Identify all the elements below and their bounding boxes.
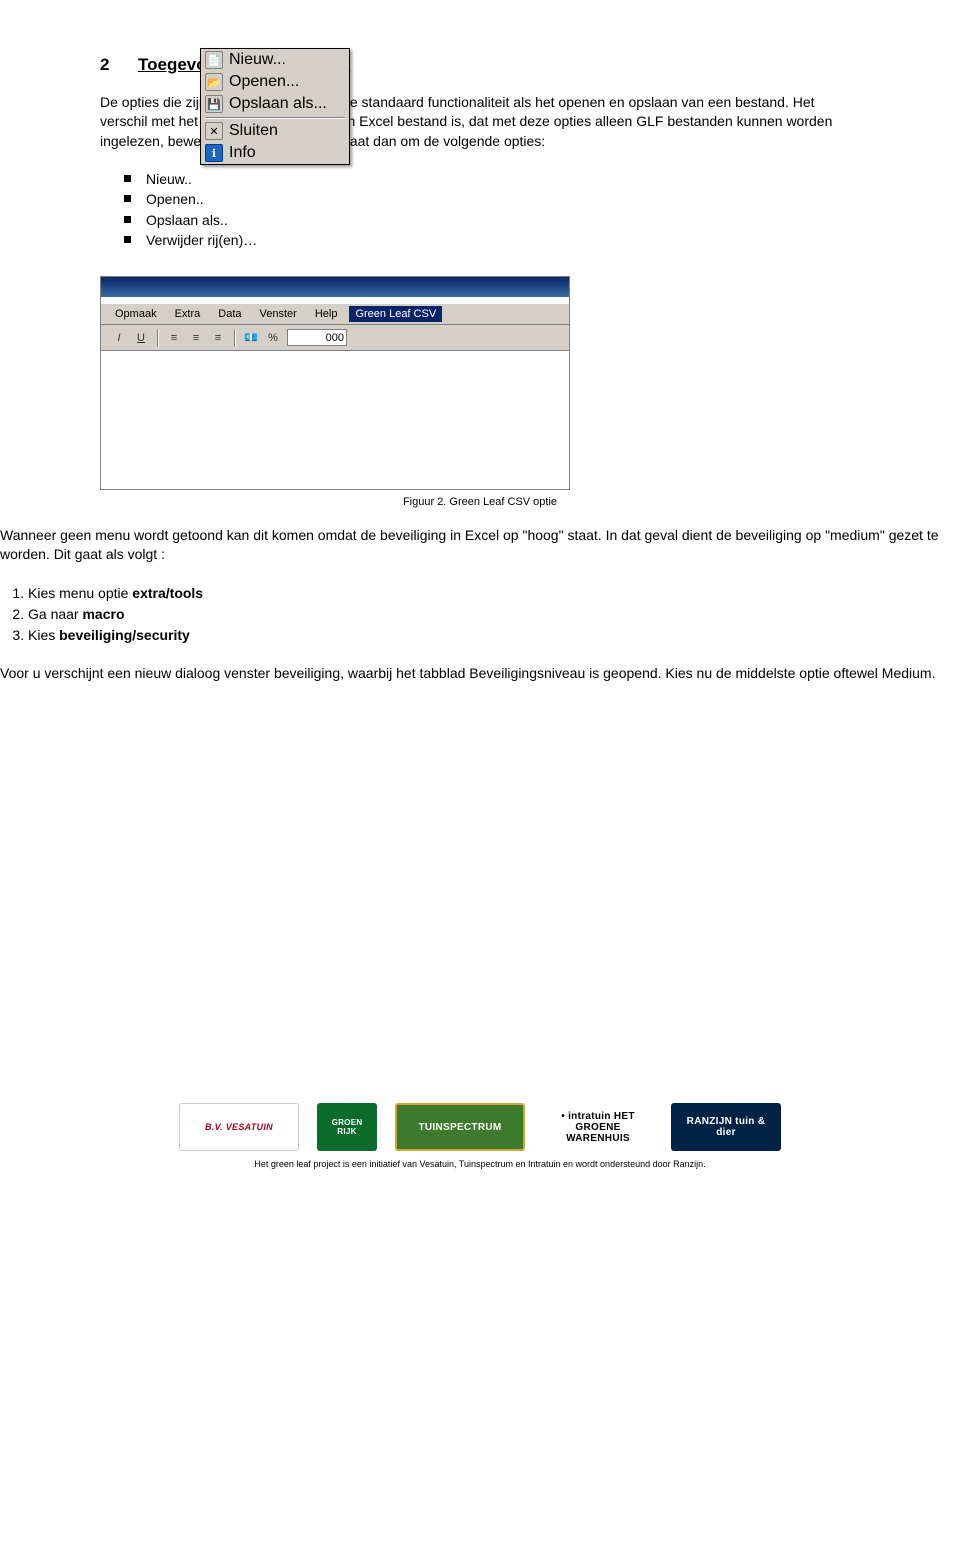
formatting-toolbar: I U ≡ ≡ ≡ 💶 % 000 <box>101 325 569 351</box>
list-item: Opslaan als.. <box>124 210 860 230</box>
footer-logos: B.V. VESATUIN GROEN RIJK TUINSPECTRUM • … <box>0 1103 960 1151</box>
align-center-icon[interactable]: ≡ <box>188 330 204 346</box>
italic-button[interactable]: I <box>111 330 127 346</box>
logo-ranzijn: RANZIJN tuin & dier <box>671 1103 781 1151</box>
new-icon: 📄 <box>205 51 223 69</box>
options-list: Nieuw.. Openen.. Opslaan als.. Verwijder… <box>100 169 860 250</box>
menu-item-green-leaf-csv[interactable]: Green Leaf CSV <box>349 306 442 322</box>
footer-credit-line: Het green leaf project is een initiatief… <box>0 1159 960 1169</box>
dropdown-label: Opslaan als... <box>229 95 327 113</box>
logo-intratuin: • intratuin HET GROENE WARENHUIS <box>543 1103 653 1151</box>
list-item: Nieuw.. <box>124 169 860 189</box>
list-item: Openen.. <box>124 189 860 209</box>
toolbar-separator <box>234 329 235 347</box>
underline-button[interactable]: U <box>133 330 149 346</box>
align-right-icon[interactable]: ≡ <box>210 330 226 346</box>
open-icon: 📂 <box>205 73 223 91</box>
step-item: Kies beveiliging/security <box>28 625 960 646</box>
dropdown-item-opslaan-als[interactable]: 💾 Opslaan als... <box>201 93 349 115</box>
close-icon: ✕ <box>205 122 223 140</box>
figure-caption: Figuur 2. Green Leaf CSV optie <box>0 496 960 508</box>
toolbar-separator <box>157 329 158 347</box>
dropdown-label: Openen... <box>229 73 299 91</box>
menu-item-help[interactable]: Help <box>309 306 344 322</box>
dropdown-item-sluiten[interactable]: ✕ Sluiten <box>201 120 349 142</box>
dropdown-item-openen[interactable]: 📂 Openen... <box>201 71 349 93</box>
menu-item-opmaak[interactable]: Opmaak <box>109 306 163 322</box>
currency-icon[interactable]: 💶 <box>243 330 259 346</box>
menu-item-extra[interactable]: Extra <box>169 306 207 322</box>
menu-bar: Opmaak Extra Data Venster Help Green Lea… <box>101 303 569 325</box>
menu-item-venster[interactable]: Venster <box>254 306 303 322</box>
dropdown-item-nieuw[interactable]: 📄 Nieuw... <box>201 49 349 71</box>
dropdown-separator <box>205 117 345 118</box>
logo-vesatuin: B.V. VESATUIN <box>179 1103 299 1151</box>
page-footer: B.V. VESATUIN GROEN RIJK TUINSPECTRUM • … <box>0 1103 960 1179</box>
embedded-excel-screenshot: Opmaak Extra Data Venster Help Green Lea… <box>100 276 570 490</box>
dropdown-label: Info <box>229 144 256 162</box>
info-icon: ℹ <box>205 144 223 162</box>
step-item: Ga naar macro <box>28 604 960 625</box>
logo-tuinspectrum: TUINSPECTRUM <box>395 1103 525 1151</box>
dropdown-label: Nieuw... <box>229 51 286 69</box>
step-item: Kies menu optie extra/tools <box>28 583 960 604</box>
save-icon: 💾 <box>205 95 223 113</box>
green-leaf-csv-dropdown: 📄 Nieuw... 📂 Openen... 💾 Opslaan als... … <box>200 48 350 165</box>
security-paragraph: Wanneer geen menu wordt getoond kan dit … <box>0 526 960 565</box>
percent-button[interactable]: % <box>265 330 281 346</box>
logo-groenrijk: GROEN RIJK <box>317 1103 377 1151</box>
closing-paragraph: Voor u verschijnt een nieuw dialoog vens… <box>0 664 960 683</box>
align-left-icon[interactable]: ≡ <box>166 330 182 346</box>
menu-item-data[interactable]: Data <box>212 306 247 322</box>
dropdown-item-info[interactable]: ℹ Info <box>201 142 349 164</box>
list-item: Verwijder rij(en)… <box>124 230 860 250</box>
steps-list: Kies menu optie extra/tools Ga naar macr… <box>0 583 960 646</box>
section-number: 2 <box>100 55 138 75</box>
number-format-select[interactable]: 000 <box>287 329 347 346</box>
title-bar <box>101 277 569 297</box>
dropdown-label: Sluiten <box>229 122 278 140</box>
